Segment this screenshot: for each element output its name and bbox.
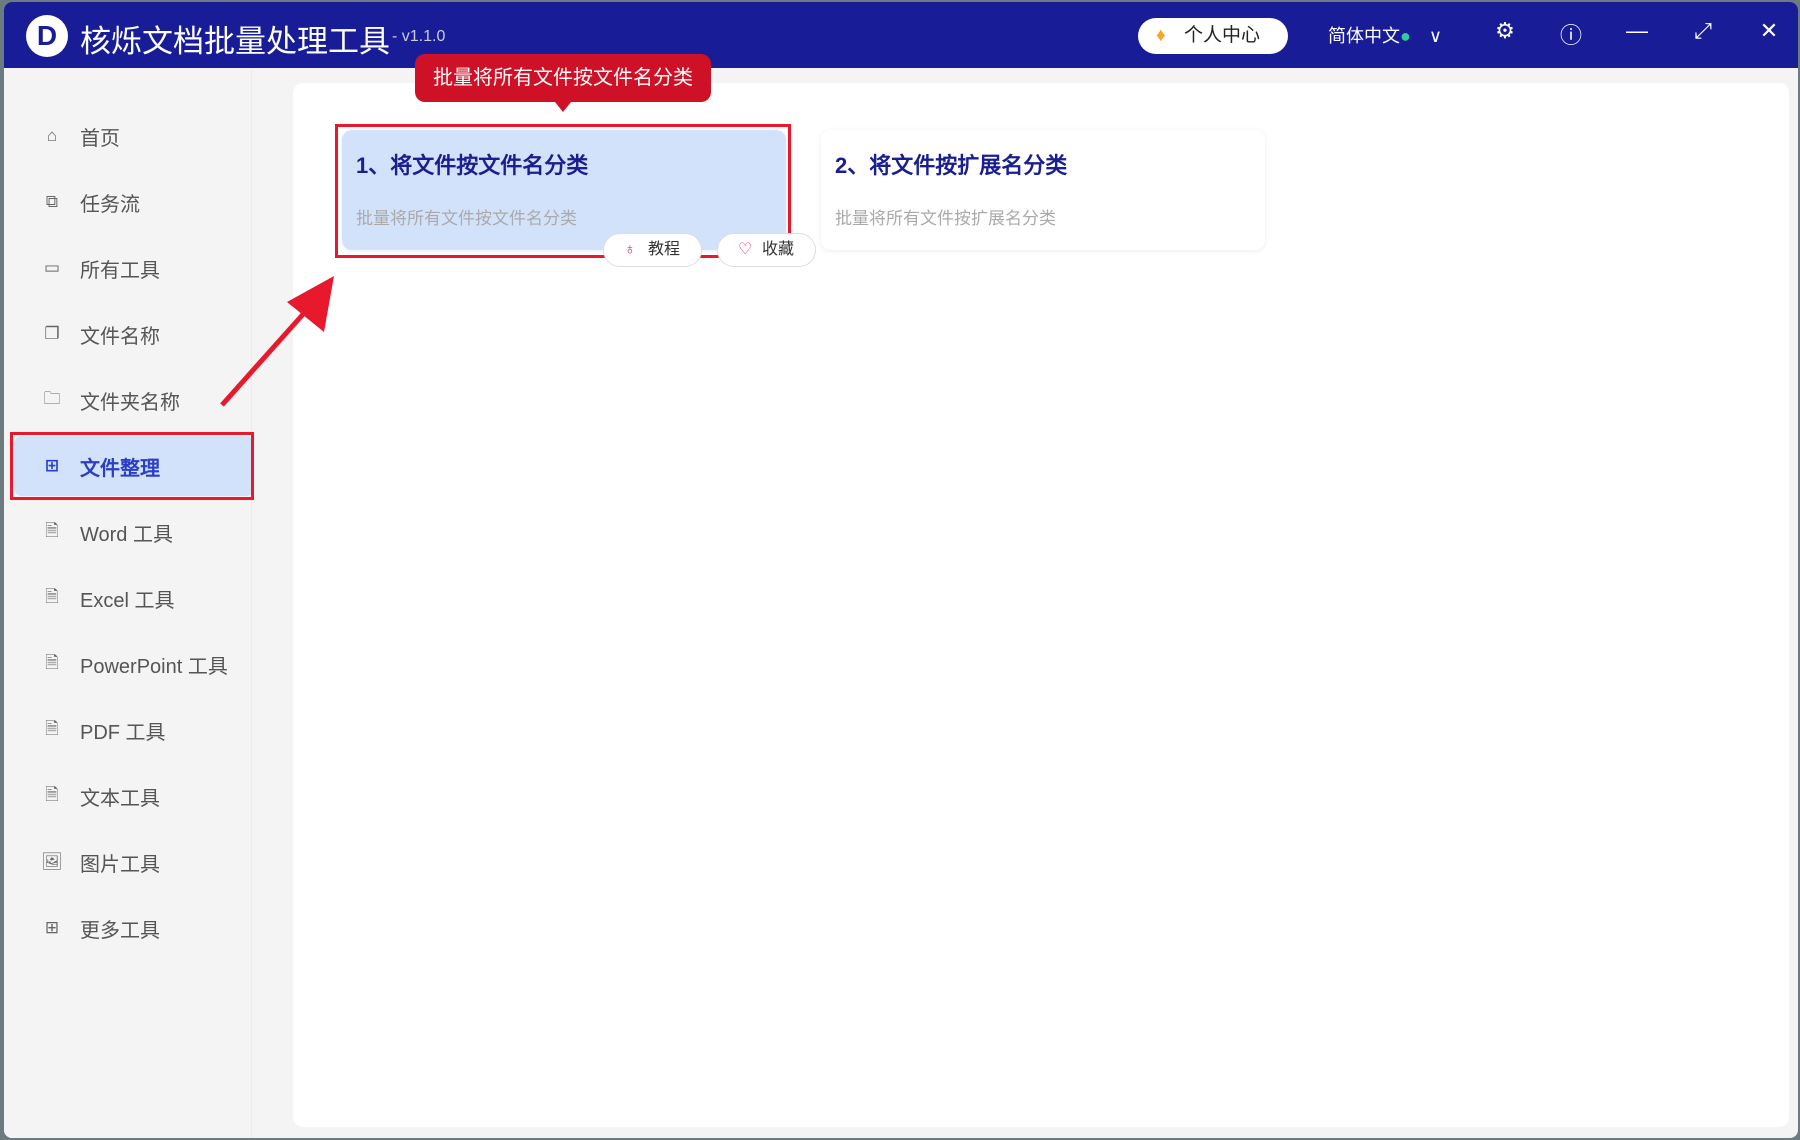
red-arrow-icon	[4, 2, 1798, 1138]
app-window: D 核烁文档批量处理工具 - v1.1.0 ♦个人中心 简体中文●∨ ⚙ ⓘ —…	[4, 2, 1798, 1138]
